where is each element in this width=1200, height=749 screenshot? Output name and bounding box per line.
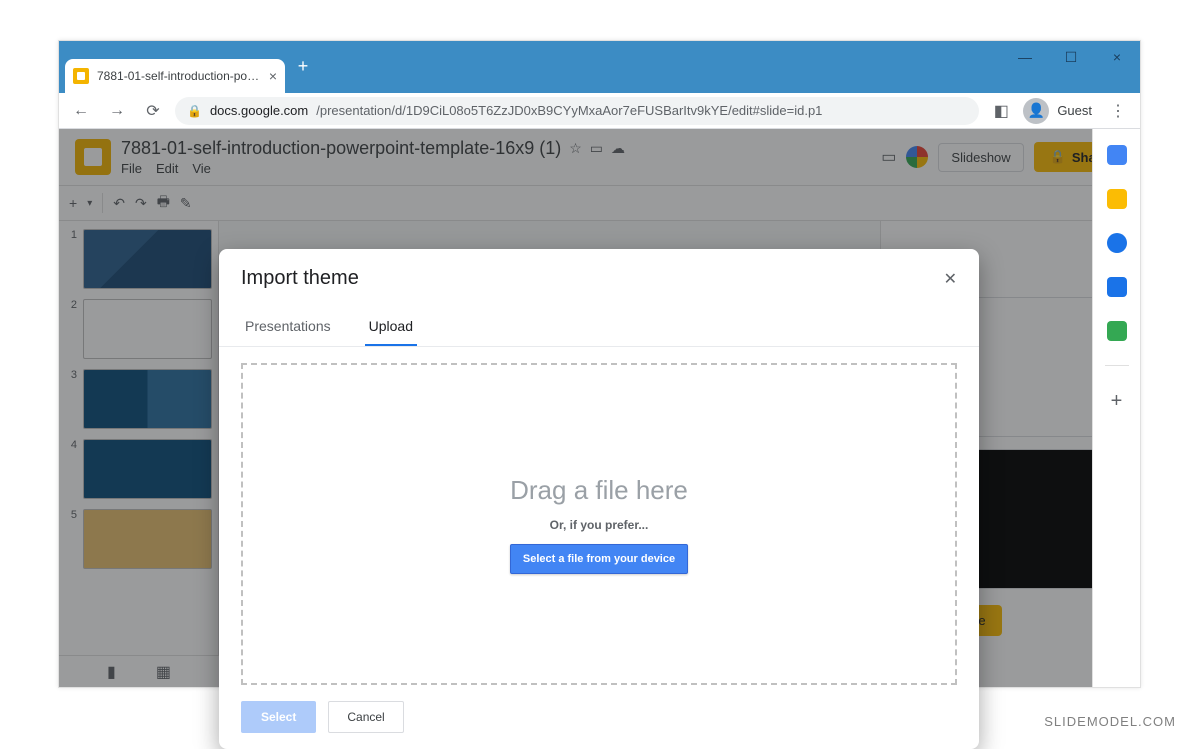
- kebab-icon[interactable]: ⋮: [1104, 97, 1132, 125]
- url-domain: docs.google.com: [210, 103, 308, 118]
- side-panel: +: [1092, 129, 1140, 687]
- tasks-icon[interactable]: [1107, 233, 1127, 253]
- panel-icon[interactable]: ◧: [987, 97, 1015, 125]
- tab-title: 7881-01-self-introduction-powe: [97, 69, 261, 83]
- contacts-icon[interactable]: [1107, 277, 1127, 297]
- maximize-button[interactable]: ☐: [1048, 41, 1094, 73]
- add-addon-icon[interactable]: +: [1111, 390, 1123, 413]
- close-tab-icon[interactable]: ×: [269, 68, 277, 84]
- or-hint: Or, if you prefer...: [550, 518, 649, 532]
- close-window-button[interactable]: ×: [1094, 41, 1140, 73]
- address-bar: ← → ⟳ 🔒 docs.google.com/presentation/d/1…: [59, 93, 1140, 129]
- dialog-title: Import theme: [241, 267, 359, 290]
- watermark: SLIDEMODEL.COM: [1044, 714, 1176, 729]
- select-button[interactable]: Select: [241, 701, 316, 733]
- drag-hint: Drag a file here: [510, 475, 688, 506]
- import-theme-dialog: Import theme ✕ Presentations Upload Drag…: [219, 249, 979, 749]
- cancel-button[interactable]: Cancel: [328, 701, 403, 733]
- tab-upload[interactable]: Upload: [365, 308, 417, 346]
- minimize-button[interactable]: —: [1002, 41, 1048, 73]
- profile-avatar-icon[interactable]: 👤: [1023, 98, 1049, 124]
- close-dialog-icon[interactable]: ✕: [944, 269, 957, 289]
- url-path: /presentation/d/1D9CiL08o5T6ZzJD0xB9CYyM…: [316, 103, 822, 118]
- maps-icon[interactable]: [1107, 321, 1127, 341]
- reload-icon[interactable]: ⟳: [139, 97, 167, 125]
- browser-titlebar: 7881-01-self-introduction-powe × + — ☐ ×: [59, 41, 1140, 93]
- browser-tab[interactable]: 7881-01-self-introduction-powe ×: [65, 59, 285, 93]
- profile-label: Guest: [1057, 103, 1092, 118]
- upload-dropzone[interactable]: Drag a file here Or, if you prefer... Se…: [241, 363, 957, 685]
- forward-icon[interactable]: →: [103, 97, 131, 125]
- new-tab-button[interactable]: +: [289, 52, 317, 80]
- back-icon[interactable]: ←: [67, 97, 95, 125]
- select-file-button[interactable]: Select a file from your device: [510, 544, 688, 574]
- tab-presentations[interactable]: Presentations: [241, 308, 335, 346]
- favicon-slides-icon: [73, 68, 89, 84]
- keep-icon[interactable]: [1107, 189, 1127, 209]
- url-field[interactable]: 🔒 docs.google.com/presentation/d/1D9CiL0…: [175, 97, 979, 125]
- lock-icon: 🔒: [187, 104, 202, 118]
- calendar-icon[interactable]: [1107, 145, 1127, 165]
